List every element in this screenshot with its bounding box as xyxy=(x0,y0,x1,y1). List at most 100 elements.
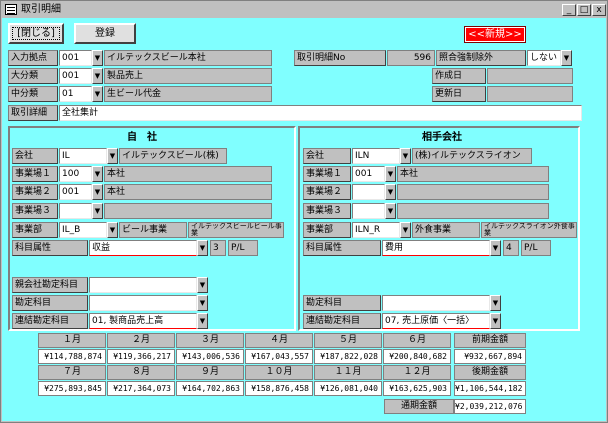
own-acct-attr-num: 3 xyxy=(210,240,226,256)
own-site3-label: 事業場３ xyxy=(12,203,58,219)
month-amount: ¥187,822,028 xyxy=(314,349,382,364)
partner-site2-code-field[interactable] xyxy=(352,184,385,200)
own-site1-dropdown-button[interactable]: ▼ xyxy=(92,166,103,182)
partner-company-code-field[interactable]: ILN xyxy=(352,148,400,164)
month-amount: ¥114,788,874 xyxy=(38,349,106,364)
own-acct-attr-label: 科目属性 xyxy=(12,240,88,256)
exclude-dropdown-button[interactable]: ▼ xyxy=(561,50,572,66)
maximize-button[interactable]: □ xyxy=(577,4,591,16)
partner-site2-dropdown-button[interactable]: ▼ xyxy=(385,184,396,200)
month-header: ３月 xyxy=(176,333,244,348)
total-label: 通期金額 xyxy=(384,399,454,414)
own-site3-dropdown-button[interactable]: ▼ xyxy=(92,203,103,219)
own-site1-name: 本社 xyxy=(104,166,272,182)
partner-consol-acct-label: 連結勘定科目 xyxy=(303,313,381,329)
partner-acct-dropdown-button[interactable]: ▼ xyxy=(490,295,501,311)
created-date-label: 作成日 xyxy=(432,68,486,84)
total-value: ¥2,039,212,076 xyxy=(454,399,526,414)
own-parent-acct-dropdown-button[interactable]: ▼ xyxy=(197,277,208,293)
own-company-name: イルテックスビール(株) xyxy=(119,148,227,164)
minimize-button[interactable]: _ xyxy=(562,4,576,16)
own-dept-extra: イルテックスビールビール事業 xyxy=(188,222,284,238)
partner-dept-label: 事業部 xyxy=(303,222,351,238)
partner-site3-code-field[interactable] xyxy=(352,203,385,219)
own-dept-code-field[interactable]: IL_B xyxy=(59,222,107,238)
entry-base-dropdown-button[interactable]: ▼ xyxy=(92,50,103,66)
exclude-select[interactable]: しない xyxy=(527,50,561,66)
own-dept-name: ビール事業 xyxy=(119,222,187,238)
entry-base-label: 入力拠点 xyxy=(8,50,58,66)
month-header: ４月 xyxy=(245,333,313,348)
detail-field[interactable]: 全社集計 xyxy=(59,105,582,121)
partner-consol-acct-field[interactable]: 07, 売上原価〈一括〉 xyxy=(382,313,490,329)
partner-dept-extra: イルテックスライオン外食事業 xyxy=(481,222,577,238)
partner-site3-name xyxy=(397,203,549,219)
month-amount: ¥200,840,682 xyxy=(383,349,451,364)
partner-consol-acct-dropdown-button[interactable]: ▼ xyxy=(490,313,501,329)
partner-dept-code-field[interactable]: ILN_R xyxy=(352,222,400,238)
month-header: １２月 xyxy=(383,365,451,380)
partner-dept-dropdown-button[interactable]: ▼ xyxy=(400,222,411,238)
second-half-value: ¥1,106,544,182 xyxy=(454,381,526,396)
month-header: １月 xyxy=(38,333,106,348)
month-amount: ¥167,043,557 xyxy=(245,349,313,364)
own-acct-attr-dropdown-button[interactable]: ▼ xyxy=(197,240,208,256)
partner-acct-field[interactable] xyxy=(382,295,490,311)
partner-company-dropdown-button[interactable]: ▼ xyxy=(400,148,411,164)
partner-acct-attr-label: 科目属性 xyxy=(303,240,381,256)
close-form-button[interactable]: [閉じる] xyxy=(8,23,64,44)
own-acct-field[interactable] xyxy=(89,295,197,311)
own-acct-dropdown-button[interactable]: ▼ xyxy=(197,295,208,311)
own-acct-attr-pl: P/L xyxy=(228,240,258,256)
major-category-dropdown-button[interactable]: ▼ xyxy=(92,68,103,84)
register-button[interactable]: 登録 xyxy=(74,23,136,44)
tx-no-value: 596 xyxy=(387,50,435,66)
form-client-area: [閉じる] 登録 <<新規>> 入力拠点 001 ▼ イルテックスビール本社 大… xyxy=(2,18,606,421)
own-site1-code-field[interactable]: 100 xyxy=(59,166,92,182)
title-bar[interactable]: 取引明細 _ □ x xyxy=(2,2,606,17)
own-site3-code-field[interactable] xyxy=(59,203,92,219)
partner-company-label: 会社 xyxy=(303,148,351,164)
own-parent-acct-field[interactable] xyxy=(89,277,197,293)
month-amount: ¥275,893,845 xyxy=(38,381,106,396)
own-site2-label: 事業場２ xyxy=(12,184,58,200)
own-dept-dropdown-button[interactable]: ▼ xyxy=(107,222,118,238)
partner-acct-label: 勘定科目 xyxy=(303,295,381,311)
updated-date-label: 更新日 xyxy=(432,86,486,102)
entry-base-name: イルテックスビール本社 xyxy=(104,50,272,66)
partner-site1-code-field[interactable]: 001 xyxy=(352,166,385,182)
own-consol-acct-dropdown-button[interactable]: ▼ xyxy=(197,313,208,329)
own-site2-name: 本社 xyxy=(104,184,272,200)
month-header: ８月 xyxy=(107,365,175,380)
own-company-dropdown-button[interactable]: ▼ xyxy=(107,148,118,164)
partner-acct-attr-dropdown-button[interactable]: ▼ xyxy=(490,240,501,256)
entry-base-code-field[interactable]: 001 xyxy=(59,50,92,66)
partner-site3-dropdown-button[interactable]: ▼ xyxy=(385,203,396,219)
own-consol-acct-field[interactable]: 01, 製商品売上高 xyxy=(89,313,197,329)
month-header: １０月 xyxy=(245,365,313,380)
minor-category-dropdown-button[interactable]: ▼ xyxy=(92,86,103,102)
month-header: ９月 xyxy=(176,365,244,380)
app-window: 取引明細 _ □ x [閉じる] 登録 <<新規>> 入力拠点 001 ▼ イル… xyxy=(0,0,608,423)
app-icon xyxy=(5,4,17,15)
own-acct-attr-field[interactable]: 収益 xyxy=(89,240,197,256)
own-site2-dropdown-button[interactable]: ▼ xyxy=(92,184,103,200)
month-amount: ¥143,006,536 xyxy=(176,349,244,364)
major-category-code-field[interactable]: 001 xyxy=(59,68,92,84)
exclude-label: 照合強制除外 xyxy=(436,50,526,66)
month-header: ２月 xyxy=(107,333,175,348)
month-amount: ¥163,625,903 xyxy=(383,381,451,396)
minor-category-code-field[interactable]: 01 xyxy=(59,86,92,102)
own-site2-code-field[interactable]: 001 xyxy=(59,184,92,200)
minor-category-name: 生ビール代金 xyxy=(104,86,272,102)
own-company-label: 会社 xyxy=(12,148,58,164)
major-category-name: 製品売上 xyxy=(104,68,272,84)
partner-site1-dropdown-button[interactable]: ▼ xyxy=(385,166,396,182)
close-window-button[interactable]: x xyxy=(592,4,606,16)
own-site1-label: 事業場１ xyxy=(12,166,58,182)
minor-category-label: 中分類 xyxy=(8,86,58,102)
tx-no-label: 取引明細No xyxy=(294,50,386,66)
own-company-code-field[interactable]: IL xyxy=(59,148,107,164)
partner-acct-attr-field[interactable]: 費用 xyxy=(382,240,490,256)
second-half-label: 後期金額 xyxy=(454,365,526,380)
